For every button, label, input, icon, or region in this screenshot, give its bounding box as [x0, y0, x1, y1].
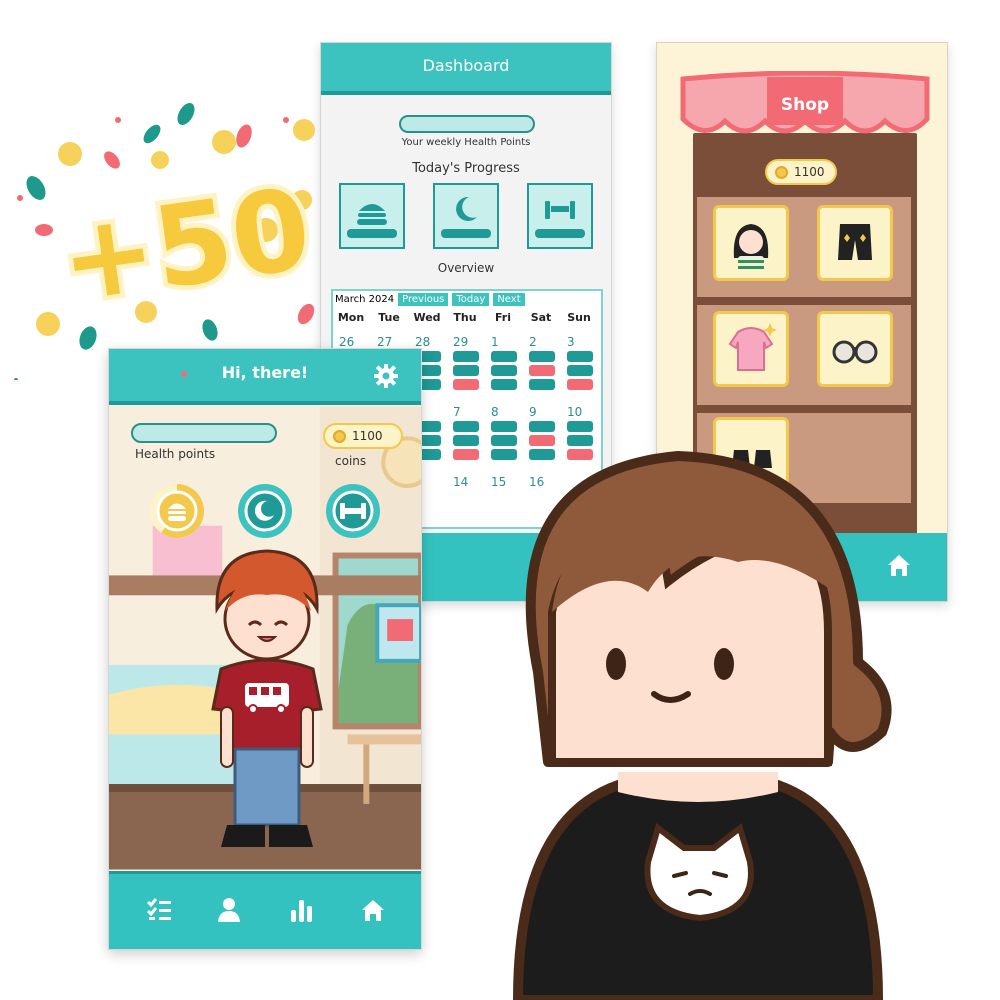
calendar-day[interactable]: 9: [523, 405, 559, 419]
health-points-bar: [131, 423, 277, 443]
weekly-health-label: Your weekly Health Points: [401, 137, 531, 148]
progress-food-box[interactable]: [339, 183, 405, 249]
shop-coin-value: 1100: [794, 165, 825, 179]
boy-avatar[interactable]: [197, 539, 337, 859]
calendar-weekday: Tue: [378, 311, 400, 324]
exercise-chip: [453, 449, 479, 460]
food-chip: [567, 351, 593, 362]
home-icon[interactable]: [359, 896, 387, 924]
coins-label: coins: [335, 454, 367, 468]
moon-icon: [441, 196, 491, 238]
gear-icon[interactable]: [373, 363, 399, 389]
exercise-chip: [567, 379, 593, 390]
home-screen: Hi, there! Health points 1100 coins: [108, 348, 422, 950]
calendar-day[interactable]: 29: [447, 335, 483, 349]
checklist-icon[interactable]: [145, 896, 173, 924]
dashboard-header: Dashboard: [321, 43, 611, 95]
weekly-health-bar: [399, 115, 535, 133]
calendar-toolbar: March 2024 Previous Today Next: [333, 291, 601, 307]
person-icon[interactable]: [215, 896, 243, 924]
home-bottom-nav: [109, 871, 421, 949]
dumbbell-icon: [535, 201, 585, 238]
calendar-previous-button[interactable]: Previous: [398, 292, 449, 306]
shop-item-pink-hoodie[interactable]: [713, 311, 789, 387]
sleep-chip: [491, 365, 517, 376]
calendar-day[interactable]: 3: [561, 335, 597, 349]
calendar-today-button[interactable]: Today: [452, 292, 490, 306]
calendar-next-button[interactable]: Next: [493, 292, 525, 306]
food-chip: [529, 421, 555, 432]
calendar-weekday: Sun: [567, 311, 591, 324]
sleep-chip: [453, 365, 479, 376]
sleep-chip: [567, 365, 593, 376]
calendar-month: March 2024: [335, 293, 395, 305]
food-chip: [453, 421, 479, 432]
sleep-stat-button[interactable]: [237, 483, 293, 539]
food-chip: [567, 421, 593, 432]
sleep-chip: [453, 435, 479, 446]
calendar-weekday: Wed: [413, 311, 441, 324]
calendar-weekday: Thu: [453, 311, 477, 324]
progress-sleep-box[interactable]: [433, 183, 499, 249]
dashboard-title: Dashboard: [422, 56, 510, 75]
calendar-day[interactable]: 27: [371, 335, 407, 349]
shop-title: Shop: [780, 95, 830, 115]
shop-item-black-shorts[interactable]: [817, 205, 893, 281]
health-points-label: Health points: [135, 447, 216, 461]
shop-item-sunglasses[interactable]: [817, 311, 893, 387]
reward-burst: +50: [14, 103, 323, 380]
calendar-day[interactable]: 7: [447, 405, 483, 419]
todays-progress-heading: Today's Progress: [412, 161, 520, 176]
exercise-chip: [491, 379, 517, 390]
calendar-weekday: Sat: [530, 311, 552, 324]
burger-icon: [347, 204, 397, 238]
reward-points-text: +50: [53, 164, 318, 327]
food-chip: [453, 351, 479, 362]
calendar-weekday: Fri: [494, 311, 511, 324]
overview-heading: Overview: [437, 261, 495, 275]
calendar-day[interactable]: 2: [523, 335, 559, 349]
exercise-chip: [529, 379, 555, 390]
calendar-day[interactable]: 1: [485, 335, 521, 349]
food-chip: [491, 421, 517, 432]
home-coin-counter: 1100: [323, 423, 403, 449]
sleep-chip: [529, 365, 555, 376]
girl-avatar-icon: [733, 224, 769, 270]
shop-coin-counter: 1100: [765, 159, 837, 185]
shop-item-girl-avatar[interactable]: [713, 205, 789, 281]
girl-mascot: [512, 451, 892, 1000]
hoodie-icon: [728, 323, 777, 371]
food-chip: [491, 351, 517, 362]
progress-exercise-box[interactable]: [527, 183, 593, 249]
food-chip: [529, 351, 555, 362]
calendar-day[interactable]: 26: [333, 335, 369, 349]
exercise-stat-button[interactable]: [325, 483, 381, 539]
shorts-icon: [838, 224, 872, 260]
home-coin-value: 1100: [352, 429, 383, 443]
exercise-chip: [453, 379, 479, 390]
sunglasses-icon: [832, 340, 878, 364]
calendar-day[interactable]: 8: [485, 405, 521, 419]
calendar-day[interactable]: 28: [409, 335, 445, 349]
bar-chart-icon[interactable]: [287, 896, 315, 924]
coin-icon: [333, 429, 346, 443]
calendar-day[interactable]: 10: [561, 405, 597, 419]
coin-icon: [775, 165, 788, 179]
calendar-weekday: Mon: [337, 311, 365, 324]
food-stat-button[interactable]: [149, 483, 205, 539]
